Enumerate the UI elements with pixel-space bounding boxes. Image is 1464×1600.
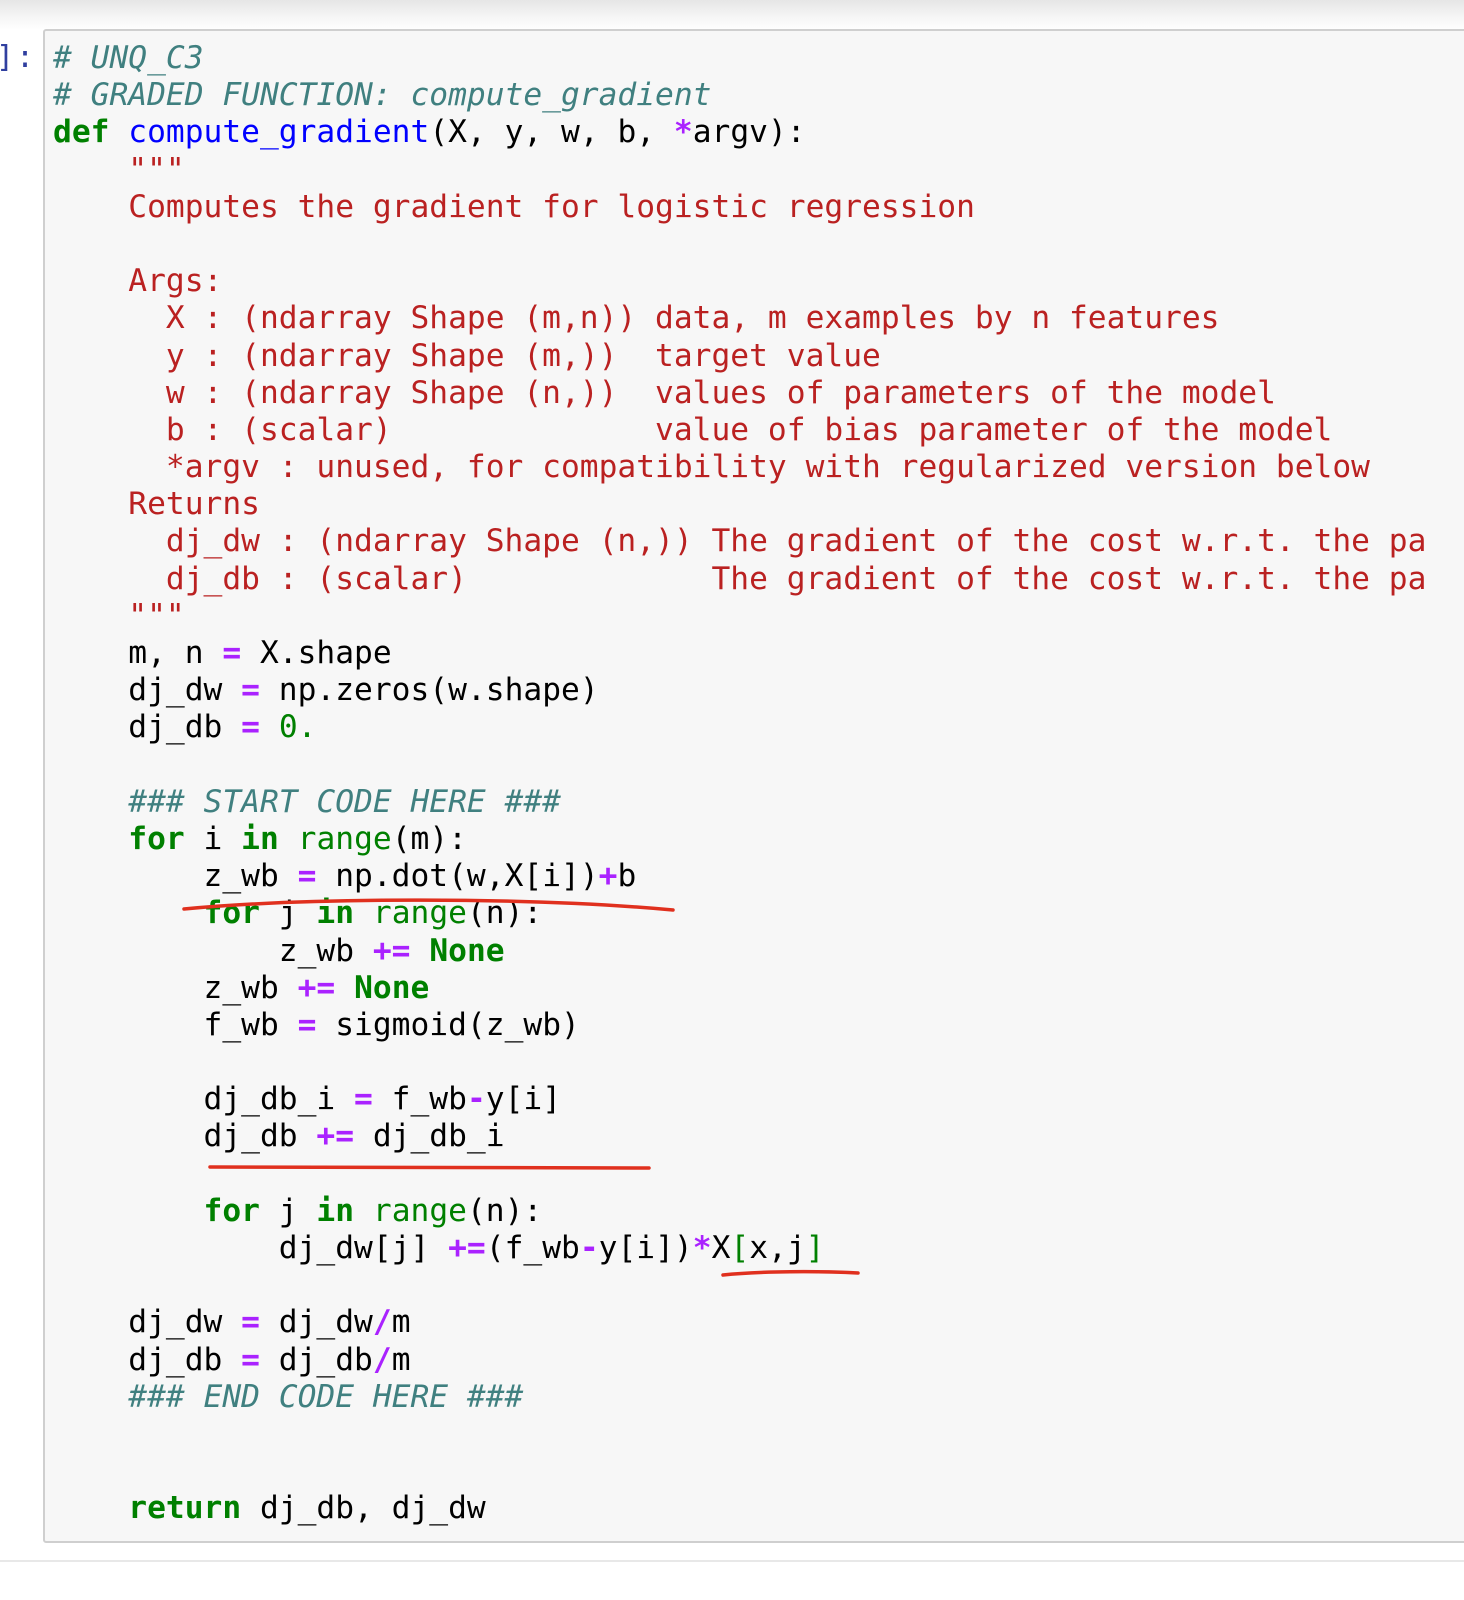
red-underline-zwb xyxy=(182,898,675,912)
cell-separator xyxy=(0,1560,1464,1562)
annotation-layer xyxy=(182,898,860,1277)
red-underline-djdb xyxy=(208,1165,651,1170)
red-underline-index xyxy=(721,1269,860,1277)
